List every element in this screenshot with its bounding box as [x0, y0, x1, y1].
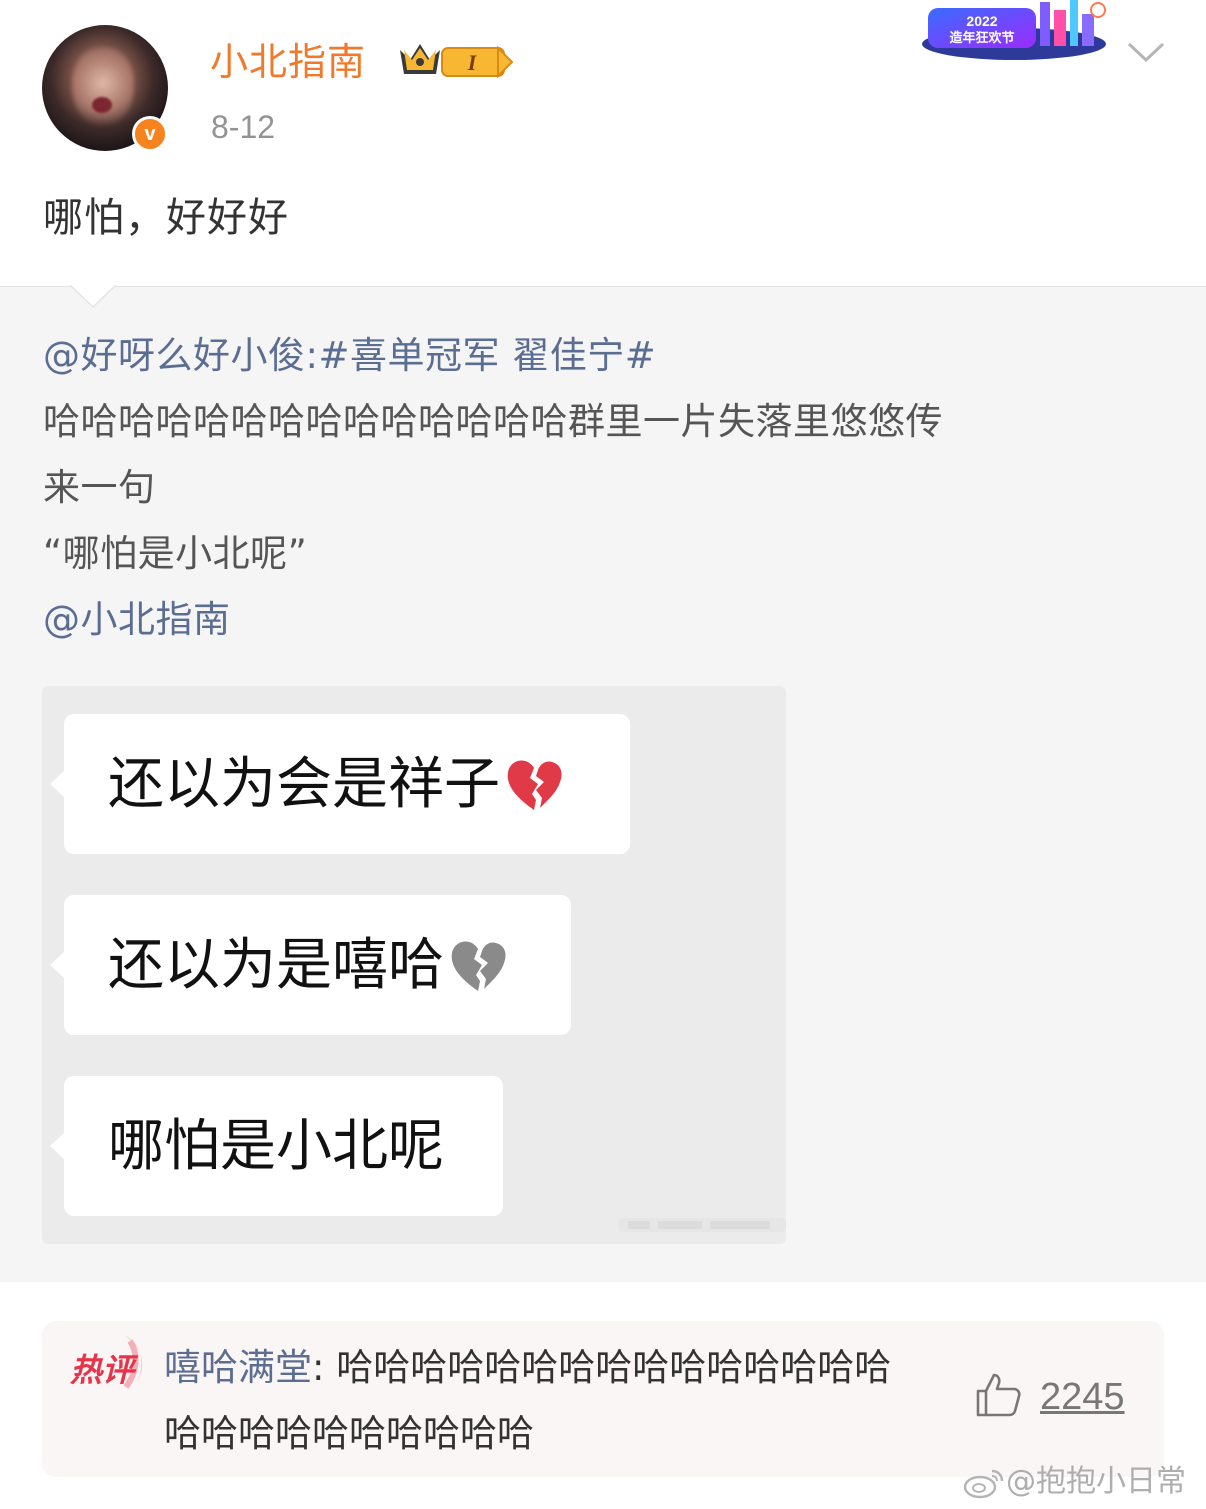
post-date: 8-12	[211, 109, 276, 145]
chat-bubble: 还以为会是祥子	[50, 714, 630, 854]
chat-message-text: 哪怕是小北呢	[108, 1114, 444, 1179]
chat-bubble: 还以为是嘻哈	[50, 895, 571, 1035]
hot-comment-label: 热评	[69, 1335, 143, 1389]
site-watermark: @抱抱小日常	[962, 1462, 1186, 1502]
weibo-post-page: v 小北指南 I 8-12 2022 造年狂欢节 哪怕，好好好 @好呀么好小俊:…	[0, 0, 1206, 1509]
repost-author-topic[interactable]: @好呀么好小俊:#喜单冠军 翟佳宁#	[43, 323, 656, 389]
mention-link[interactable]: @小北指南	[43, 587, 231, 653]
post-text: 哪怕，好好好	[43, 195, 289, 241]
repost-arrow-icon	[70, 285, 116, 309]
broken-heart-icon	[507, 760, 562, 810]
chat-message-text: 还以为是嘻哈	[108, 933, 444, 998]
repost-text-line: 哈哈哈哈哈哈哈哈哈哈哈哈哈哈群里一片失落里悠悠传	[43, 400, 943, 443]
thumbs-up-icon[interactable]	[974, 1371, 1022, 1419]
member-level: I	[467, 50, 478, 75]
comment-separator: :	[312, 1346, 337, 1389]
chat-message: 哪怕是小北呢	[108, 1114, 444, 1180]
repost-card[interactable]: @好呀么好小俊:#喜单冠军 翟佳宁# 哈哈哈哈哈哈哈哈哈哈哈哈哈哈群里一片失落里…	[0, 285, 1206, 1282]
avatar-face	[72, 47, 134, 127]
hot-label-text: 热评	[69, 1351, 139, 1389]
svg-text:2022: 2022	[966, 13, 997, 29]
repost-quote: “哪怕是小北呢”	[43, 532, 308, 575]
chat-message: 还以为会是祥子	[108, 752, 564, 818]
chevron-down-icon[interactable]	[1126, 38, 1166, 68]
comment-author[interactable]: 嘻哈满堂	[164, 1346, 312, 1389]
chat-message: 还以为是嘻哈	[108, 933, 508, 999]
username[interactable]: 小北指南	[210, 36, 366, 88]
watermark-text: @抱抱小日常	[1006, 1464, 1186, 1499]
comment-body: 嘻哈满堂: 哈哈哈哈哈哈哈哈哈哈哈哈哈哈哈哈哈哈哈哈哈哈哈哈哈	[164, 1335, 924, 1467]
grey-broken-heart-icon	[451, 941, 506, 991]
chat-screenshot-image[interactable]: 还以为会是祥子 还以为是嘻哈 哪怕是小北呢	[42, 686, 786, 1244]
verified-badge-icon: v	[132, 116, 168, 152]
chat-message-text: 还以为会是祥子	[108, 752, 500, 817]
post-header: v 小北指南 I 8-12 2022 造年狂欢节 哪怕，好好好	[0, 0, 1206, 286]
svg-text:造年狂欢节: 造年狂欢节	[949, 30, 1014, 46]
chat-bubble: 哪怕是小北呢	[50, 1076, 503, 1216]
weibo-logo-icon	[963, 1469, 1004, 1498]
image-watermark-icon	[618, 1218, 786, 1232]
festival-badge-icon[interactable]: 2022 造年狂欢节	[922, 0, 1112, 62]
like-count[interactable]: 2245	[1040, 1375, 1125, 1419]
member-crown-badge-icon[interactable]: I	[398, 40, 516, 82]
hot-comment[interactable]: 热评 嘻哈满堂: 哈哈哈哈哈哈哈哈哈哈哈哈哈哈哈哈哈哈哈哈哈哈哈哈哈 2245	[42, 1321, 1164, 1477]
repost-text-line: 来一句	[43, 466, 156, 509]
avatar-mouth	[92, 97, 112, 113]
